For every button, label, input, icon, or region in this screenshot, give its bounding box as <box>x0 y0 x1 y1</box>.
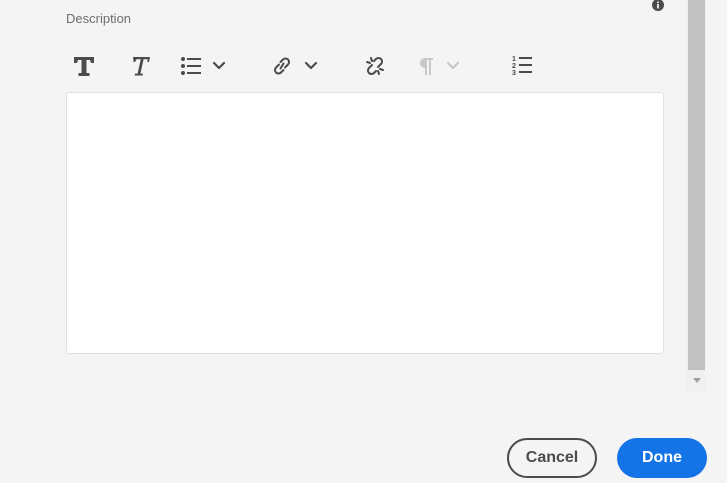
paragraph-icon <box>416 55 436 77</box>
numbered-list-icon: 1 2 3 <box>510 54 534 78</box>
italic-text-icon <box>127 55 151 77</box>
link-dropdown[interactable] <box>270 51 328 81</box>
description-editor[interactable] <box>66 92 664 354</box>
active-tool-underline <box>507 84 548 97</box>
bullet-list-dropdown[interactable] <box>180 51 238 81</box>
numbered-list-button[interactable]: 1 2 3 <box>506 51 538 81</box>
cancel-button[interactable]: Cancel <box>507 438 597 478</box>
svg-text:3: 3 <box>512 70 516 77</box>
chevron-down-icon <box>212 61 226 71</box>
bullet-list-icon <box>180 56 202 76</box>
bold-button[interactable] <box>70 51 98 81</box>
unlink-button[interactable] <box>360 51 390 81</box>
info-icon[interactable] <box>652 0 664 11</box>
chevron-down-icon <box>304 61 318 71</box>
scrollbar-thumb[interactable] <box>688 0 705 370</box>
description-label: Description <box>66 11 132 26</box>
svg-text:1: 1 <box>512 56 516 63</box>
scroll-down-arrow-icon[interactable] <box>688 373 705 387</box>
italic-button[interactable] <box>125 51 153 81</box>
svg-text:2: 2 <box>512 63 516 70</box>
paragraph-dropdown[interactable] <box>416 51 474 81</box>
unlink-icon <box>363 55 387 77</box>
link-icon <box>270 55 294 77</box>
chevron-down-icon <box>446 61 460 71</box>
done-button[interactable]: Done <box>617 438 707 478</box>
bold-text-icon <box>72 55 96 77</box>
